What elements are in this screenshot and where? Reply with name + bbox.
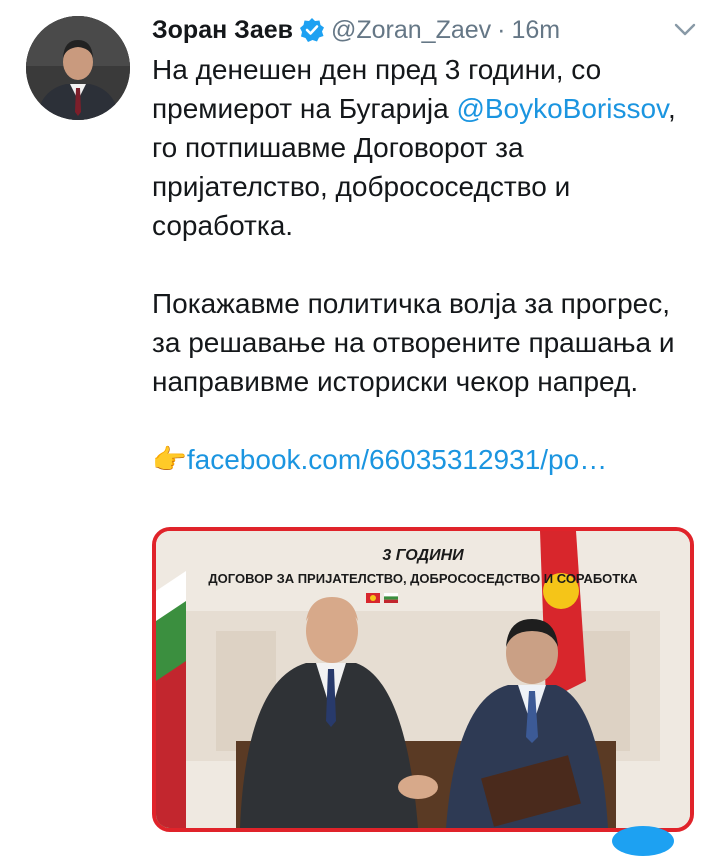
timestamp[interactable]: 16m [512,16,561,45]
verified-badge-icon [299,17,325,43]
separator-dot: · [497,15,506,44]
media-image[interactable]: 3 ГОДИНИ ДОГОВОР ЗА ПРИЈАТЕЛСТВО, ДОБРОС… [152,527,694,832]
author-name[interactable]: Зоран Заев [152,16,293,45]
tweet-header: Зоран Заев @Zoran_Zaev · 16m [152,12,560,48]
facebook-link[interactable]: facebook.com/66035312931/po… [187,444,607,475]
author-handle[interactable]: @Zoran_Zaev [331,16,491,45]
compose-fab-button[interactable] [612,826,674,856]
tweet-paragraph-1: На денешен ден пред 3 години, со премиер… [152,50,692,245]
tweet-text: На денешен ден пред 3 години, со премиер… [152,50,692,479]
chevron-down-icon[interactable] [672,16,698,42]
tweet-link-line: 👉facebook.com/66035312931/po… [152,440,692,479]
avatar[interactable] [26,16,130,120]
mention-link[interactable]: @BoykoBorissov [456,93,668,124]
tweet-paragraph-2: Покажавме политичка волја за прогрес, за… [152,288,675,397]
tweet[interactable]: Зоран Заев @Zoran_Zaev · 16m На денешен … [0,0,720,856]
media-title: 3 ГОДИНИ [382,547,464,564]
pointing-hand-icon: 👉 [152,444,187,475]
media-subtitle: ДОГОВОР ЗА ПРИЈАТЕЛСТВО, ДОБРОСОСЕДСТВО … [208,571,638,586]
